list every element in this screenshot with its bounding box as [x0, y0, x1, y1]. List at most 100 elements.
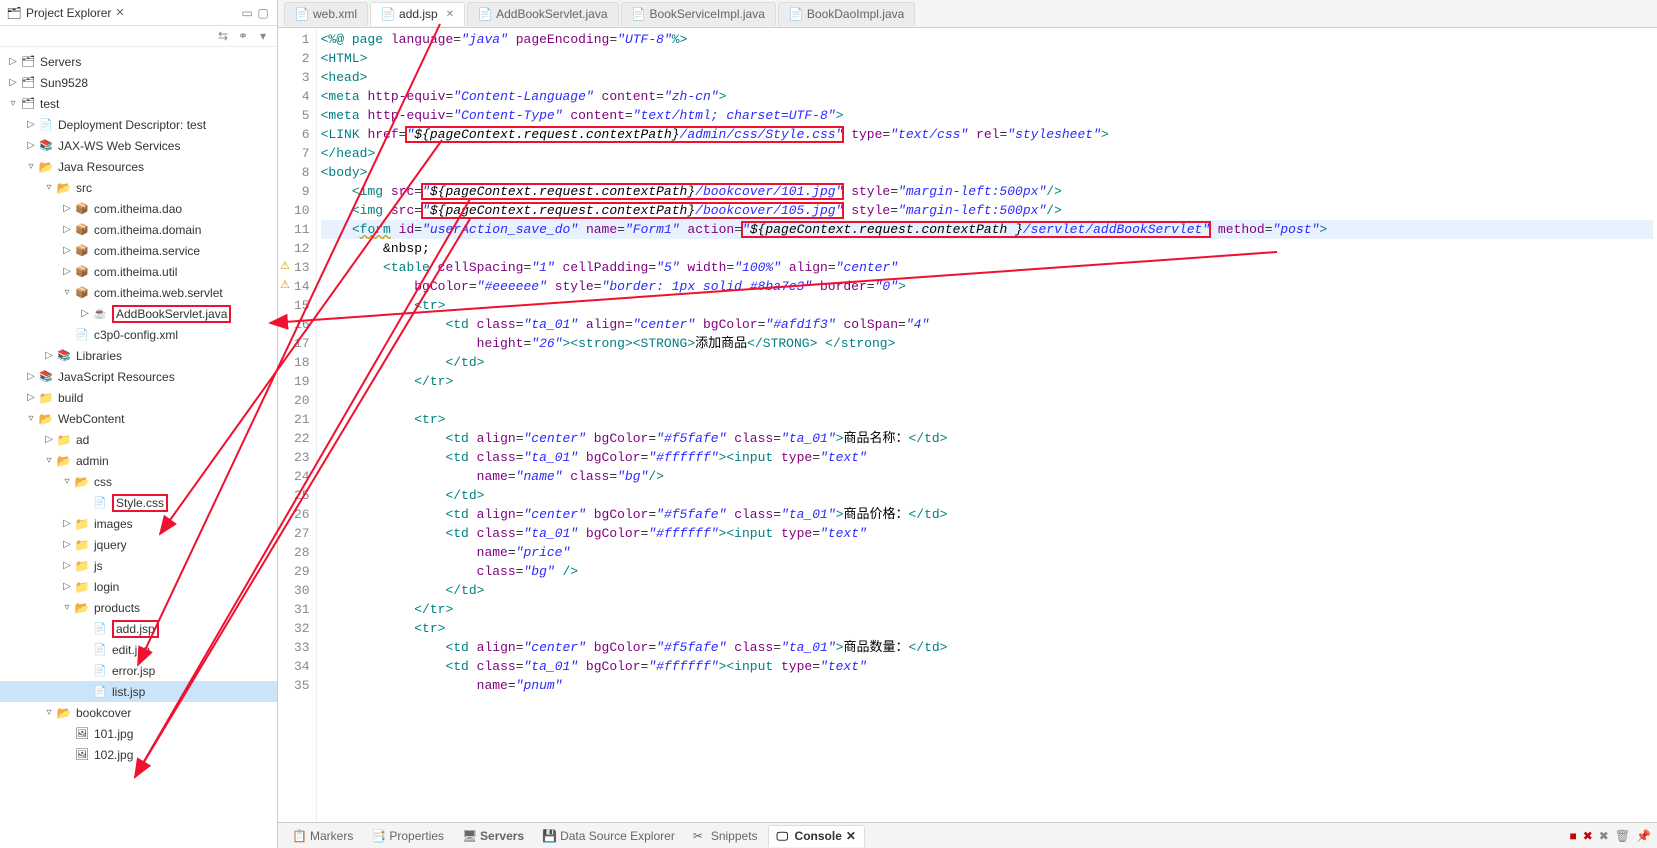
- line-number[interactable]: 34: [294, 657, 310, 676]
- twisty-icon[interactable]: ▷: [24, 140, 38, 151]
- line-number[interactable]: 31: [294, 600, 310, 619]
- twisty-icon[interactable]: ▷: [6, 77, 20, 88]
- tree-item[interactable]: ▷ad: [0, 429, 277, 450]
- line-number[interactable]: 29: [294, 562, 310, 581]
- line-number[interactable]: 7: [294, 144, 310, 163]
- code-line[interactable]: <tr>: [321, 619, 1653, 638]
- code-line[interactable]: name="price": [321, 543, 1653, 562]
- code-line[interactable]: &nbsp;: [321, 239, 1653, 258]
- view-menu-icon[interactable]: ▾: [255, 28, 271, 44]
- code-line[interactable]: name="pnum": [321, 676, 1653, 695]
- close-icon[interactable]: ✕: [115, 6, 124, 19]
- tree-item[interactable]: Style.css: [0, 492, 277, 513]
- line-number[interactable]: 35: [294, 676, 310, 695]
- tree-item[interactable]: ▷images: [0, 513, 277, 534]
- line-number[interactable]: 6: [294, 125, 310, 144]
- tree-item[interactable]: error.jsp: [0, 660, 277, 681]
- code-line[interactable]: <table cellSpacing="1" cellPadding="5" w…: [321, 258, 1653, 277]
- code-line[interactable]: <head>: [321, 68, 1653, 87]
- code-line[interactable]: height="26"><strong><STRONG>添加商品</STRONG…: [321, 334, 1653, 353]
- line-number[interactable]: 30: [294, 581, 310, 600]
- twisty-icon[interactable]: ▷: [60, 266, 74, 277]
- tree-item[interactable]: list.jsp: [0, 681, 277, 702]
- bottom-view-tab[interactable]: 📋Markers: [284, 825, 361, 847]
- code-line[interactable]: <td align="center" bgColor="#f5fafe" cla…: [321, 505, 1653, 524]
- line-number[interactable]: 32: [294, 619, 310, 638]
- code-line[interactable]: bgColor="#eeeeee" style="border: 1px sol…: [321, 277, 1653, 296]
- line-number[interactable]: 21: [294, 410, 310, 429]
- tree-item[interactable]: ▿css: [0, 471, 277, 492]
- line-number[interactable]: 9: [294, 182, 310, 201]
- twisty-icon[interactable]: ▷: [78, 308, 92, 319]
- twisty-icon[interactable]: ▷: [60, 203, 74, 214]
- code-line[interactable]: <img src="${pageContext.request.contextP…: [321, 201, 1653, 220]
- tree-item[interactable]: ▷com.itheima.domain: [0, 219, 277, 240]
- code-line[interactable]: <form id="userAction_save_do" name="Form…: [321, 220, 1653, 239]
- line-number[interactable]: 2: [294, 49, 310, 68]
- line-number[interactable]: 24: [294, 467, 310, 486]
- twisty-icon[interactable]: ▷: [60, 245, 74, 256]
- twisty-icon[interactable]: ▿: [60, 476, 74, 487]
- twisty-icon[interactable]: ▿: [24, 413, 38, 424]
- tree-item[interactable]: ▿Java Resources: [0, 156, 277, 177]
- tree-item[interactable]: ▷AddBookServlet.java: [0, 303, 277, 324]
- remove-all-icon[interactable]: ✖: [1599, 829, 1609, 843]
- editor-tab[interactable]: 📄BookServiceImpl.java: [621, 2, 776, 26]
- link-editor-icon[interactable]: ⚭: [235, 28, 251, 44]
- code-line[interactable]: </td>: [321, 353, 1653, 372]
- tree-item[interactable]: ▷com.itheima.util: [0, 261, 277, 282]
- tree-item[interactable]: ▷Servers: [0, 51, 277, 72]
- tree-item[interactable]: ▿WebContent: [0, 408, 277, 429]
- code-line[interactable]: <td class="ta_01" bgColor="#ffffff"><inp…: [321, 448, 1653, 467]
- tree-item[interactable]: ▷Libraries: [0, 345, 277, 366]
- tree-item[interactable]: add.jsp: [0, 618, 277, 639]
- twisty-icon[interactable]: ▷: [60, 581, 74, 592]
- twisty-icon[interactable]: ▿: [42, 455, 56, 466]
- twisty-icon[interactable]: ▷: [42, 434, 56, 445]
- bottom-view-tab[interactable]: ✂Snippets: [685, 825, 766, 847]
- line-number[interactable]: 17: [294, 334, 310, 353]
- line-number[interactable]: 10: [294, 201, 310, 220]
- code-line[interactable]: <body>: [321, 163, 1653, 182]
- line-number[interactable]: 25: [294, 486, 310, 505]
- twisty-icon[interactable]: ▷: [24, 371, 38, 382]
- tree-item[interactable]: ▿bookcover: [0, 702, 277, 723]
- tree-item[interactable]: c3p0-config.xml: [0, 324, 277, 345]
- line-number[interactable]: 26: [294, 505, 310, 524]
- code-line[interactable]: <LINK href="${pageContext.request.contex…: [321, 125, 1653, 144]
- tree-item[interactable]: edit.jsp: [0, 639, 277, 660]
- line-number[interactable]: 13: [294, 258, 310, 277]
- code-line[interactable]: </tr>: [321, 372, 1653, 391]
- clear-console-icon[interactable]: 🗑: [1615, 829, 1630, 843]
- code-line[interactable]: <td align="center" bgColor="#f5fafe" cla…: [321, 429, 1653, 448]
- code-line[interactable]: <meta http-equiv="Content-Language" cont…: [321, 87, 1653, 106]
- tree-item[interactable]: ▷Deployment Descriptor: test: [0, 114, 277, 135]
- line-number[interactable]: 8: [294, 163, 310, 182]
- terminate-icon[interactable]: ■: [1569, 829, 1576, 843]
- code-line[interactable]: <img src="${pageContext.request.contextP…: [321, 182, 1653, 201]
- twisty-icon[interactable]: ▷: [24, 119, 38, 130]
- line-number[interactable]: 16: [294, 315, 310, 334]
- line-number[interactable]: 18: [294, 353, 310, 372]
- project-tree[interactable]: ▷Servers▷Sun9528▿test▷Deployment Descrip…: [0, 47, 277, 848]
- tree-item[interactable]: 101.jpg: [0, 723, 277, 744]
- line-number[interactable]: 28: [294, 543, 310, 562]
- code-line[interactable]: <tr>: [321, 296, 1653, 315]
- twisty-icon[interactable]: ▿: [42, 707, 56, 718]
- twisty-icon[interactable]: ▿: [60, 602, 74, 613]
- tree-item[interactable]: ▷JAX-WS Web Services: [0, 135, 277, 156]
- code-line[interactable]: <meta http-equiv="Content-Type" content=…: [321, 106, 1653, 125]
- code-line[interactable]: name="name" class="bg"/>: [321, 467, 1653, 486]
- remove-launch-icon[interactable]: ✖: [1583, 829, 1593, 843]
- twisty-icon[interactable]: ▿: [42, 182, 56, 193]
- tree-item[interactable]: ▿com.itheima.web.servlet: [0, 282, 277, 303]
- pin-console-icon[interactable]: 📌: [1636, 829, 1651, 843]
- twisty-icon[interactable]: ▷: [6, 56, 20, 67]
- line-number[interactable]: 15: [294, 296, 310, 315]
- tree-item[interactable]: ▷Sun9528: [0, 72, 277, 93]
- editor-tab[interactable]: 📄AddBookServlet.java: [467, 2, 618, 26]
- code-line[interactable]: <td class="ta_01" bgColor="#ffffff"><inp…: [321, 657, 1653, 676]
- twisty-icon[interactable]: ▿: [6, 98, 20, 109]
- twisty-icon[interactable]: ▿: [24, 161, 38, 172]
- code-line[interactable]: </head>: [321, 144, 1653, 163]
